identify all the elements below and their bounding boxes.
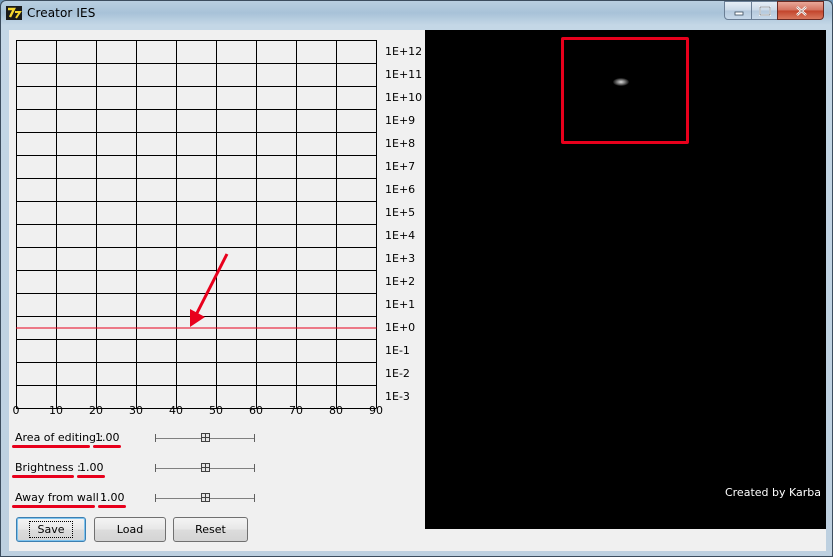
window-title: Creator IES xyxy=(27,6,96,20)
close-button[interactable] xyxy=(777,1,824,20)
annotation-underline xyxy=(93,445,121,448)
slider-thumb[interactable] xyxy=(201,493,210,502)
reset-button[interactable]: Reset xyxy=(173,517,248,542)
param-value: 1.00 xyxy=(79,461,104,474)
annotation-underline xyxy=(12,475,74,478)
x-axis-label: 10 xyxy=(49,404,63,417)
y-axis-label: 1E+10 xyxy=(385,90,423,104)
param-label: Away from wall : xyxy=(15,491,106,504)
reset-button-label: Reset xyxy=(195,523,226,536)
slider-thumb[interactable] xyxy=(201,433,210,442)
y-axis-label: 1E+0 xyxy=(385,320,416,334)
annotation-underline xyxy=(98,505,126,508)
x-axis-label: 70 xyxy=(289,404,303,417)
annotation-underline xyxy=(77,475,105,478)
y-axis-label: 1E+2 xyxy=(385,274,416,288)
save-button-label: Save xyxy=(29,521,73,538)
load-button[interactable]: Load xyxy=(94,517,166,542)
x-axis-label: 80 xyxy=(329,404,343,417)
intensity-graph[interactable] xyxy=(9,30,389,410)
y-axis-label: 1E+7 xyxy=(385,159,416,173)
param-value: 1.00 xyxy=(95,431,120,444)
y-axis-label: 1E+5 xyxy=(385,205,416,219)
param-slider[interactable] xyxy=(155,492,255,506)
minimize-button[interactable] xyxy=(724,1,752,20)
x-axis-label: 40 xyxy=(169,404,183,417)
load-button-label: Load xyxy=(116,523,144,536)
maximize-button[interactable] xyxy=(751,1,778,20)
param-slider[interactable] xyxy=(155,462,255,476)
slider-tick xyxy=(155,464,156,472)
y-axis-label: 1E-2 xyxy=(385,366,410,380)
slider-thumb[interactable] xyxy=(201,463,210,472)
param-slider[interactable] xyxy=(155,432,255,446)
x-axis-label: 0 xyxy=(12,404,20,417)
param-label: Area of editing : xyxy=(15,431,104,444)
y-axis-label: 1E-1 xyxy=(385,343,410,357)
annotation-underline xyxy=(12,445,90,448)
slider-tick xyxy=(254,494,255,502)
y-axis-label: 1E+11 xyxy=(385,67,423,81)
slider-tick xyxy=(155,434,156,442)
slider-tick xyxy=(254,464,255,472)
close-icon xyxy=(796,6,807,16)
x-axis-label: 30 xyxy=(129,404,143,417)
x-axis-label: 90 xyxy=(369,404,383,417)
title-bar[interactable]: Creator IES xyxy=(1,1,832,25)
light-preview[interactable]: Created by Karba xyxy=(425,30,826,529)
param-label: Brightness : xyxy=(15,461,81,474)
x-axis-label: 50 xyxy=(209,404,223,417)
x-axis-label: 60 xyxy=(249,404,263,417)
minimize-icon xyxy=(734,11,744,16)
y-axis-label: 1E+8 xyxy=(385,136,416,150)
slider-tick xyxy=(155,494,156,502)
y-axis-label: 1E+9 xyxy=(385,113,416,127)
credit-text: Created by Karba xyxy=(724,486,821,499)
save-button[interactable]: Save xyxy=(16,517,86,542)
annotation-highlight-box xyxy=(561,37,689,144)
maximize-icon xyxy=(759,6,771,16)
annotation-underline xyxy=(12,505,95,508)
y-axis-label: 1E+3 xyxy=(385,251,416,265)
y-axis-label: 1E+4 xyxy=(385,228,416,242)
y-axis-label: 1E-3 xyxy=(385,389,410,403)
slider-tick xyxy=(254,434,255,442)
app-icon xyxy=(6,6,22,20)
param-value: 1.00 xyxy=(100,491,125,504)
app-window: Creator IES 1E+12 1E+11 1E+10 1E+9 1E+8 1E+7 1… xyxy=(0,0,833,557)
y-axis-label: 1E+12 xyxy=(385,44,423,58)
y-axis-label: 1E+1 xyxy=(385,297,416,311)
client-area: 1E+12 1E+11 1E+10 1E+9 1E+8 1E+7 1E+6 1E+5 1E+4 1… xyxy=(9,30,826,551)
y-axis-label: 1E+6 xyxy=(385,182,416,196)
x-axis-label: 20 xyxy=(89,404,103,417)
